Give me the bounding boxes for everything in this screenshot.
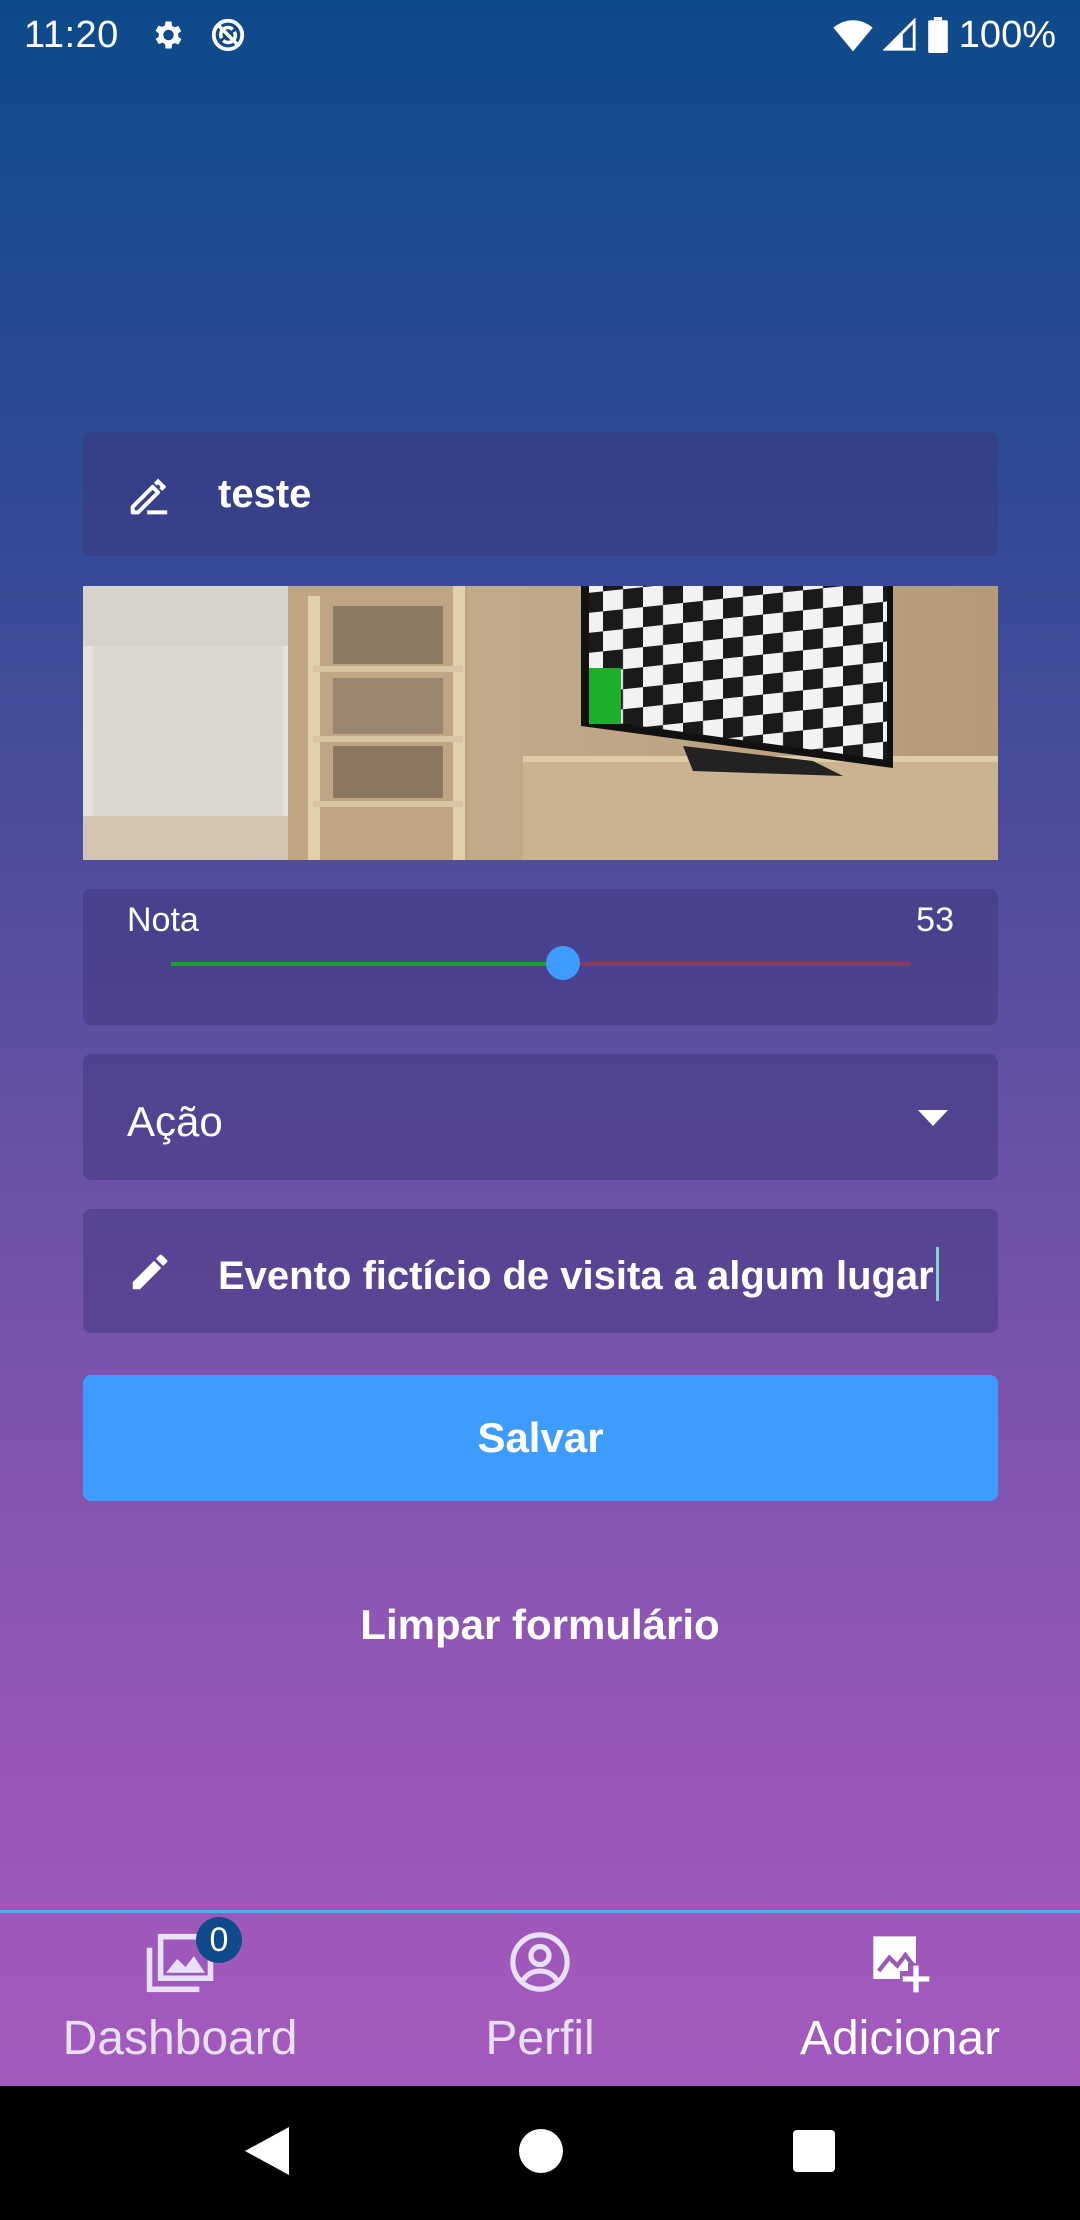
description-input-value: Evento fictício de visita a algum lugar <box>218 1254 934 1298</box>
home-icon[interactable] <box>519 2128 563 2178</box>
wifi-icon <box>833 17 873 53</box>
description-field[interactable]: Evento fictício de visita a algum lugar <box>83 1209 998 1333</box>
edit-outline-icon <box>127 476 171 521</box>
status-bar: 11:20 100% <box>0 0 1080 70</box>
nav-item-dashboard[interactable]: 0 Dashboard <box>0 1913 360 2086</box>
category-select[interactable]: Ação <box>83 1054 998 1180</box>
system-navigation-bar <box>0 2086 1080 2220</box>
slider-active-track <box>171 962 563 966</box>
signal-icon <box>882 18 917 52</box>
slider-thumb[interactable] <box>546 946 580 980</box>
gear-icon <box>149 17 185 53</box>
battery-percent: 100% <box>958 13 1056 56</box>
rating-slider[interactable] <box>171 946 911 980</box>
photo-library-icon: 0 <box>144 1917 242 1995</box>
add-photo-icon <box>868 1931 932 1995</box>
account-circle-icon <box>509 1931 571 1995</box>
dashboard-badge: 0 <box>196 1917 242 1963</box>
selected-photo[interactable] <box>83 586 998 860</box>
title-field[interactable]: teste <box>83 432 998 556</box>
battery-icon <box>927 17 949 53</box>
bottom-navigation: 0 Dashboard Perfil Adicionar <box>0 1910 1080 2086</box>
nav-label-adicionar: Adicionar <box>799 2012 1001 2065</box>
rating-value: 53 <box>916 901 954 939</box>
rating-label: Nota <box>127 901 199 939</box>
nav-label-perfil: Perfil <box>485 2012 595 2065</box>
pencil-icon <box>127 1249 173 1300</box>
clear-form-button[interactable]: Limpar formulário <box>300 1590 780 1660</box>
back-icon[interactable] <box>245 2126 289 2180</box>
slider-inactive-track <box>563 962 911 966</box>
dropdown-arrow-icon <box>918 1110 948 1131</box>
nav-item-perfil[interactable]: Perfil <box>360 1913 720 2086</box>
save-button[interactable]: Salvar <box>83 1375 998 1501</box>
status-time: 11:20 <box>24 13 119 56</box>
nav-label-dashboard: Dashboard <box>62 2012 298 2065</box>
photo-image <box>83 586 998 860</box>
text-cursor <box>935 1247 939 1301</box>
nav-item-adicionar[interactable]: Adicionar <box>720 1913 1080 2086</box>
category-selected-value: Ação <box>127 1098 223 1145</box>
rating-card: Nota 53 <box>83 889 998 1025</box>
recents-icon[interactable] <box>793 2129 835 2177</box>
sync-disabled-icon <box>209 16 247 54</box>
title-input-value: teste <box>218 471 312 516</box>
